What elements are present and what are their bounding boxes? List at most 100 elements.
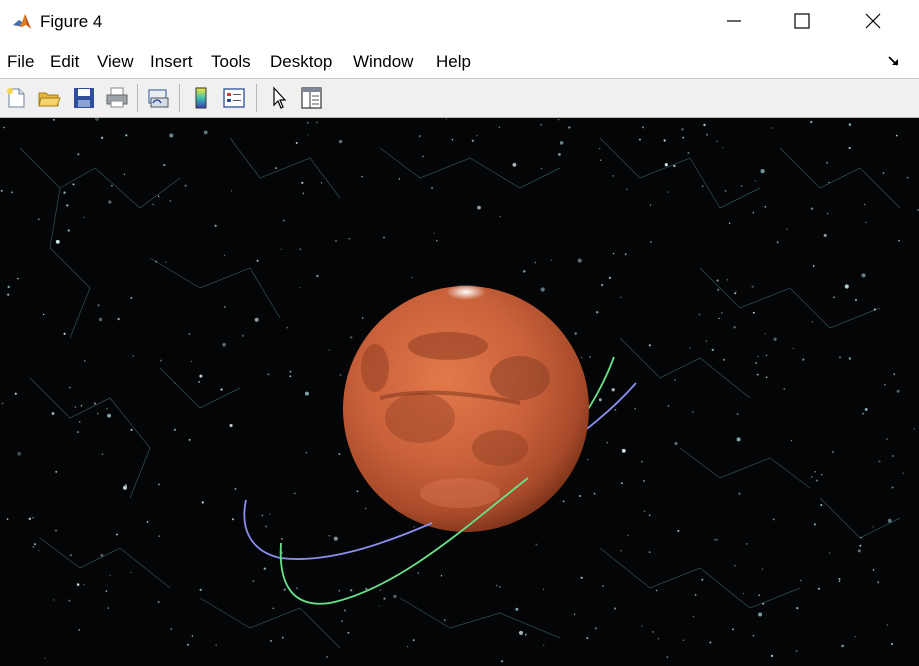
- menu-edit[interactable]: Edit: [50, 52, 79, 72]
- property-inspector-button[interactable]: [297, 84, 325, 112]
- star: [252, 580, 255, 583]
- star: [674, 442, 678, 445]
- star: [38, 550, 40, 552]
- star: [130, 571, 132, 574]
- star: [540, 287, 545, 292]
- star: [74, 406, 77, 408]
- star: [667, 404, 670, 408]
- star: [721, 146, 724, 149]
- star: [740, 184, 743, 188]
- star: [848, 123, 852, 126]
- star: [187, 643, 190, 646]
- menu-desktop[interactable]: Desktop: [270, 52, 332, 72]
- star: [738, 492, 741, 495]
- star: [663, 139, 666, 142]
- star: [745, 542, 748, 545]
- star: [383, 597, 386, 600]
- star: [540, 123, 543, 126]
- open-file-button[interactable]: [35, 84, 63, 112]
- star: [717, 288, 720, 291]
- star: [649, 240, 652, 243]
- star: [860, 536, 862, 539]
- menu-help[interactable]: Help: [436, 52, 471, 72]
- new-figure-button[interactable]: [2, 84, 30, 112]
- star: [97, 304, 100, 307]
- star: [11, 191, 14, 194]
- star: [220, 388, 223, 391]
- star: [620, 296, 622, 299]
- star: [885, 438, 888, 441]
- star: [873, 308, 876, 311]
- star: [863, 203, 866, 206]
- star: [263, 567, 266, 570]
- star: [612, 252, 615, 255]
- star: [307, 134, 309, 136]
- close-button[interactable]: [850, 0, 896, 44]
- star: [184, 184, 187, 187]
- window-title: Figure 4: [40, 12, 103, 31]
- star: [28, 517, 31, 520]
- maximize-button[interactable]: [779, 0, 825, 44]
- star: [611, 388, 615, 392]
- star: [343, 609, 347, 612]
- toolbar-separator: [179, 84, 180, 112]
- star: [648, 514, 651, 517]
- star: [522, 269, 526, 273]
- insert-legend-button[interactable]: [220, 84, 248, 112]
- menu-tools[interactable]: Tools: [211, 52, 251, 72]
- star: [199, 374, 203, 378]
- star: [877, 581, 880, 584]
- star: [752, 311, 755, 314]
- star: [94, 118, 100, 121]
- star: [68, 599, 71, 602]
- star: [828, 181, 830, 184]
- insert-colorbar-button[interactable]: [187, 84, 215, 112]
- star: [421, 155, 424, 158]
- star: [810, 120, 813, 124]
- dock-figure-icon[interactable]: [884, 52, 904, 70]
- menu-insert[interactable]: Insert: [150, 52, 193, 72]
- star: [783, 388, 785, 390]
- star: [641, 460, 643, 463]
- star: [711, 348, 714, 352]
- star: [17, 451, 22, 456]
- property-inspector-icon: [301, 87, 322, 109]
- star: [811, 476, 813, 478]
- star: [230, 190, 233, 192]
- star: [105, 590, 108, 592]
- star: [477, 205, 481, 210]
- star: [825, 161, 829, 164]
- star: [498, 585, 501, 589]
- link-plot-button[interactable]: [144, 84, 172, 112]
- legend-icon: [223, 88, 245, 108]
- menu-view[interactable]: View: [97, 52, 134, 72]
- star: [752, 634, 755, 637]
- star: [341, 620, 344, 623]
- star: [542, 644, 545, 647]
- star: [188, 438, 191, 441]
- star: [282, 219, 285, 222]
- star: [109, 574, 112, 577]
- star: [326, 656, 328, 658]
- star: [716, 140, 718, 142]
- star: [906, 176, 909, 179]
- menu-file[interactable]: File: [7, 52, 34, 72]
- print-figure-button[interactable]: [103, 84, 131, 112]
- figure-canvas[interactable]: [0, 118, 919, 666]
- star: [882, 172, 885, 174]
- star: [694, 594, 697, 596]
- star: [411, 276, 413, 279]
- menu-window[interactable]: Window: [353, 52, 413, 72]
- star: [305, 451, 308, 454]
- toolbar-separator: [256, 84, 257, 112]
- star: [269, 513, 271, 516]
- star: [55, 529, 57, 532]
- save-figure-button[interactable]: [70, 84, 98, 112]
- minimize-button[interactable]: [711, 0, 757, 44]
- edit-plot-button[interactable]: [265, 84, 293, 112]
- star: [96, 412, 99, 415]
- star: [757, 355, 759, 358]
- star: [587, 459, 589, 461]
- star: [891, 454, 894, 458]
- star: [267, 373, 270, 376]
